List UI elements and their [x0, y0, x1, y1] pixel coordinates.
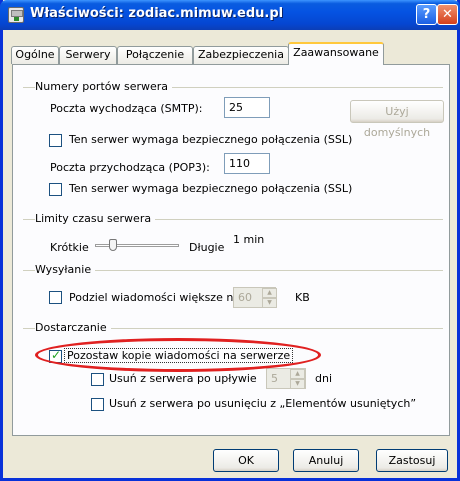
timeouts-group-title: Limity czasu serwera	[35, 212, 156, 225]
properties-dialog: Właściwości: zodiac.mimuw.edu.pl ? ✕ Ogó…	[0, 0, 460, 481]
timeout-short-label: Krótkie	[50, 241, 89, 254]
smtp-port-input[interactable]: 25	[224, 97, 270, 118]
pop3-label: Poczta przychodząca (POP3):	[50, 161, 210, 174]
help-button[interactable]: ?	[416, 4, 437, 25]
smtp-label: Poczta wychodząca (SMTP):	[50, 102, 203, 115]
timeout-long-label: Długie	[189, 241, 225, 254]
remove-after-label: Usuń z serwera po upływie	[109, 372, 257, 385]
smtp-ssl-label: Ten serwer wymaga bezpiecznego połączeni…	[69, 133, 353, 146]
split-messages-checkbox[interactable]	[49, 291, 62, 304]
pop3-ssl-label: Ten serwer wymaga bezpiecznego połączeni…	[69, 182, 353, 195]
smtp-ssl-checkbox[interactable]	[49, 134, 62, 147]
remove-deleted-checkbox[interactable]	[91, 398, 104, 411]
days-label: dni	[315, 372, 333, 385]
cancel-button[interactable]: Anuluj	[293, 449, 359, 472]
close-button[interactable]: ✕	[437, 4, 458, 25]
use-defaults-button[interactable]: Użyj domyślnych	[350, 100, 444, 139]
timeout-slider-track[interactable]	[95, 244, 179, 247]
title-bar[interactable]: Właściwości: zodiac.mimuw.edu.pl ? ✕	[0, 0, 460, 30]
apply-button[interactable]: Zastosuj	[376, 449, 448, 472]
window-title: Właściwości: zodiac.mimuw.edu.pl	[30, 6, 284, 21]
tab-serwery[interactable]: Serwery	[59, 46, 117, 64]
sending-group-title: Wysyłanie	[35, 263, 96, 276]
pop3-ssl-checkbox[interactable]	[49, 183, 62, 196]
timeout-value: 1 min	[233, 233, 265, 246]
split-size-unit: KB	[295, 291, 310, 304]
delivery-group-title: Dostarczanie	[35, 321, 111, 334]
split-size-up-arrow[interactable]: ▲	[262, 288, 277, 298]
keep-copy-checkbox[interactable]	[49, 348, 62, 363]
keep-copy-label: Pozostaw kopie wiadomości na serwerze	[64, 348, 294, 363]
pop3-port-input[interactable]: 110	[224, 153, 270, 174]
split-size-down-arrow[interactable]: ▼	[262, 298, 277, 308]
advanced-panel: Numery portów serwera Poczta wychodząca …	[12, 64, 450, 436]
remove-after-checkbox[interactable]	[91, 373, 104, 386]
tab-polaczenie[interactable]: Połączenie	[117, 46, 193, 64]
split-messages-label: Podziel wiadomości większe niż	[69, 291, 243, 304]
remove-after-down-arrow[interactable]: ▼	[290, 379, 305, 389]
ok-button[interactable]: OK	[213, 449, 279, 472]
tab-zabezpieczenia[interactable]: Zabezpieczenia	[193, 46, 289, 64]
tab-zaawansowane[interactable]: Zaawansowane	[288, 42, 384, 65]
timeout-slider-thumb[interactable]	[109, 239, 117, 251]
remove-after-up-arrow[interactable]: ▲	[290, 369, 305, 379]
remove-deleted-label: Usuń z serwera po usunięciu z „Elementów…	[109, 397, 417, 410]
ports-group-title: Numery portów serwera	[35, 80, 173, 93]
account-icon	[8, 7, 24, 23]
tab-ogolne[interactable]: Ogólne	[11, 46, 59, 64]
